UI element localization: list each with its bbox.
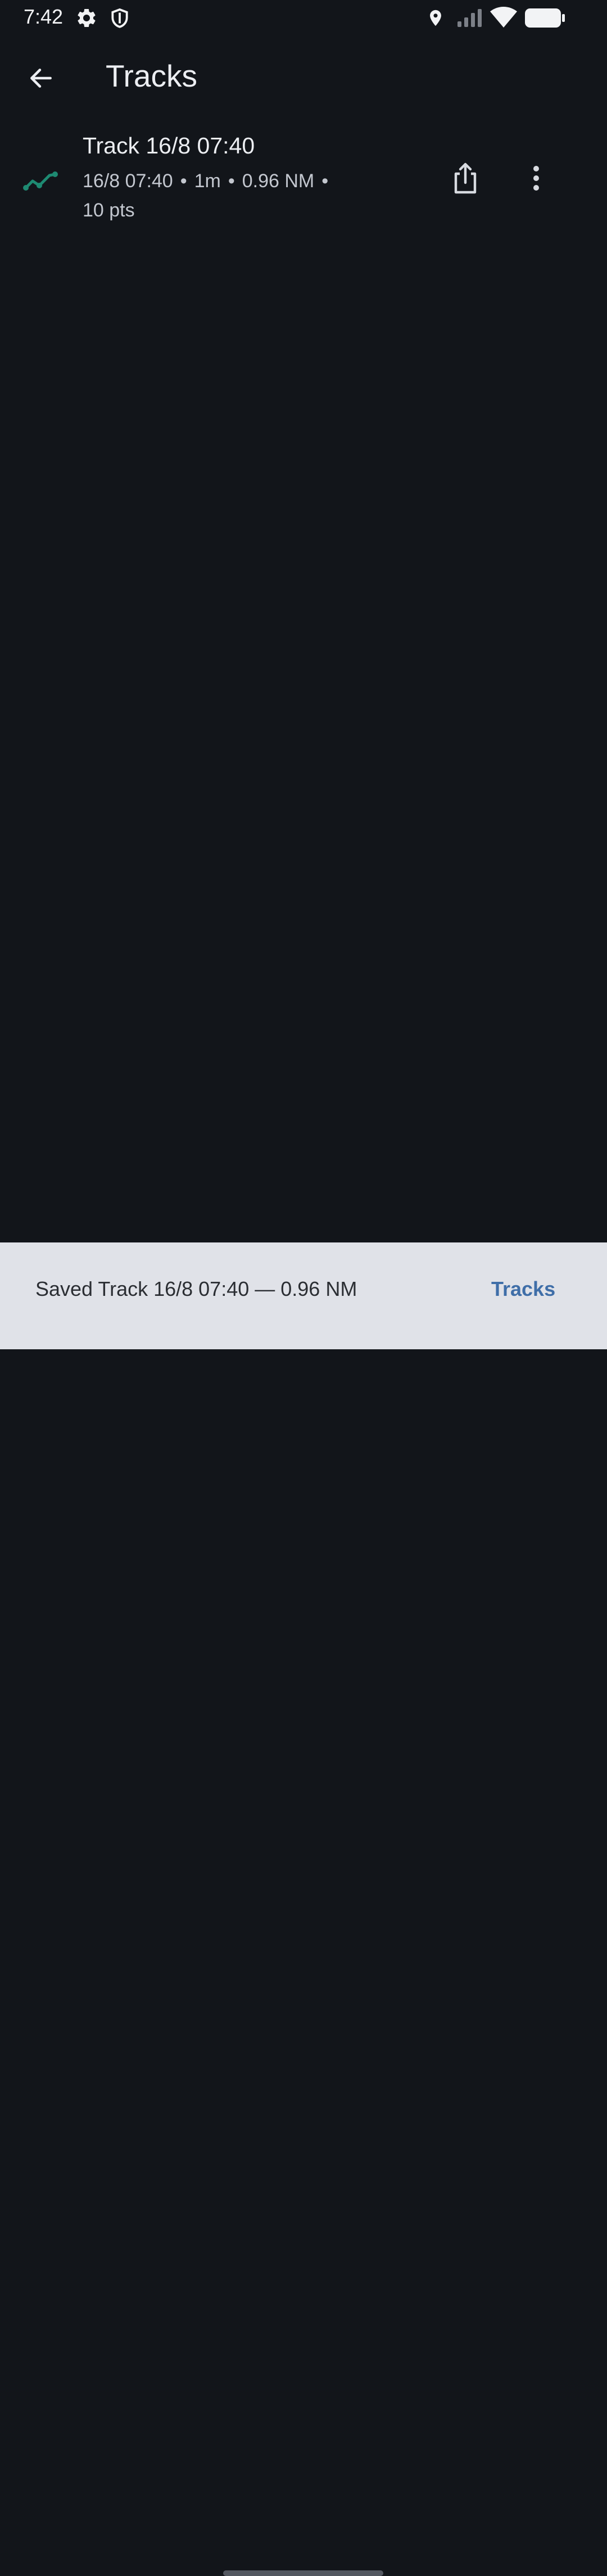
track-distance: 0.96 NM — [242, 170, 315, 192]
share-icon — [452, 161, 479, 198]
share-button[interactable] — [444, 154, 487, 205]
app-bar: Tracks — [0, 51, 607, 101]
home-indicator[interactable] — [223, 2570, 383, 2576]
track-line-icon — [22, 163, 58, 199]
separator-dot: • — [321, 170, 329, 192]
track-title: Track 16/8 07:40 — [83, 133, 255, 159]
more-options-button[interactable] — [515, 154, 558, 205]
snackbar-action-button[interactable]: Tracks — [481, 1274, 565, 1304]
signal-icon — [456, 8, 483, 31]
track-meta: 16/8 07:40 • 1m • 0.96 NM • 10 pts — [83, 166, 386, 225]
separator-dot: • — [228, 170, 235, 192]
list-item[interactable]: Track 16/8 07:40 16/8 07:40 • 1m • 0.96 NM • 1… — [0, 125, 607, 232]
track-duration: 1m — [194, 170, 221, 192]
arrow-back-icon — [27, 64, 55, 95]
location-icon — [426, 7, 445, 32]
snackbar-message: Saved Track 16/8 07:40 — 0.96 NM — [35, 1277, 357, 1300]
track-date: 16/8 07:40 — [83, 170, 173, 192]
more-vertical-icon — [531, 165, 542, 195]
status-bar: 7:42 — [0, 0, 607, 36]
track-points: 10 pts — [83, 200, 135, 221]
settings-icon — [75, 7, 98, 32]
snackbar: Saved Track 16/8 07:40 — 0.96 NM Tracks — [0, 1242, 607, 2576]
back-button[interactable] — [16, 54, 66, 105]
shield-icon — [109, 7, 130, 32]
battery-icon — [525, 8, 565, 31]
separator-dot: • — [180, 170, 187, 192]
wifi-icon — [490, 6, 517, 31]
page-title: Tracks — [106, 58, 197, 93]
status-time: 7:42 — [24, 5, 64, 28]
